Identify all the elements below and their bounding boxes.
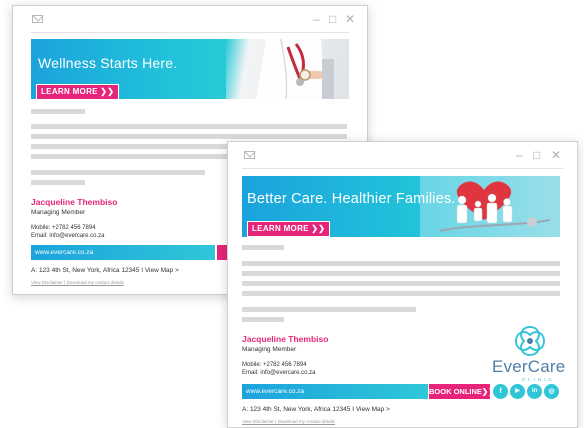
- signature-address[interactable]: A: 123 4th St, New York, Africa 12345 I …: [31, 267, 179, 274]
- book-online-button[interactable]: BOOK ONLINE❯❯: [429, 384, 495, 399]
- book-online-button-partial[interactable]: [217, 245, 227, 260]
- banner-title: Better Care. Healthier Families.: [247, 191, 456, 207]
- placeholder-line: [242, 317, 284, 322]
- signature-email: Email: info@evercare.co.za: [31, 233, 105, 239]
- signature-name: Jacqueline Thembiso: [242, 334, 329, 344]
- close-button[interactable]: ✕: [551, 148, 561, 162]
- placeholder-line: [242, 307, 416, 312]
- window-titlebar: – □ ✕: [13, 6, 367, 32]
- learn-more-button[interactable]: LEARN MORE ❯❯: [247, 221, 331, 237]
- website-link[interactable]: www.evercare.co.za: [242, 384, 428, 399]
- doctor-photo: [226, 39, 349, 99]
- evercare-logo-text: EverCare: [492, 357, 566, 376]
- titlebar-divider: [242, 168, 563, 169]
- signature-address[interactable]: A: 123 4th St, New York, Africa 12345 I …: [242, 406, 390, 413]
- placeholder-line: [31, 180, 85, 185]
- placeholder-line: [31, 124, 347, 129]
- hero-banner: Better Care. Healthier Families. LEARN M…: [242, 176, 560, 237]
- minimize-button[interactable]: –: [313, 12, 320, 26]
- placeholder-line: [242, 291, 560, 296]
- signature-email: Email: info@evercare.co.za: [242, 370, 316, 376]
- email-window-front: – □ ✕ Better Care. Healthier Families. L…: [227, 141, 578, 428]
- signature-role: Managing Member: [242, 346, 297, 353]
- evercare-logo-icon: [514, 325, 546, 357]
- envelope-icon: [244, 151, 255, 159]
- signature-name: Jacqueline Thembiso: [31, 197, 118, 207]
- maximize-button[interactable]: □: [533, 148, 540, 162]
- placeholder-line: [242, 281, 560, 286]
- linkedin-icon[interactable]: in: [527, 384, 542, 399]
- placeholder-line: [31, 134, 347, 139]
- close-button[interactable]: ✕: [345, 12, 355, 26]
- signature-mobile: Mobile: +2782 456 7894: [242, 362, 307, 368]
- instagram-icon[interactable]: ◎: [544, 384, 559, 399]
- learn-more-button[interactable]: LEARN MORE ❯❯: [36, 84, 120, 99]
- signature-mobile: Mobile: +2782 456 7894: [31, 225, 96, 231]
- evercare-logo-subtitle: CLINIC: [522, 377, 555, 382]
- titlebar-divider: [31, 32, 349, 33]
- doctor-stethoscope-illustration: [256, 39, 334, 99]
- signature-role: Managing Member: [31, 209, 86, 216]
- placeholder-line: [242, 261, 560, 266]
- placeholder-line: [31, 170, 205, 175]
- youtube-icon[interactable]: ▶: [510, 384, 525, 399]
- placeholder-line: [31, 109, 85, 114]
- window-titlebar: – □ ✕: [228, 142, 577, 168]
- banner-title: Wellness Starts Here.: [38, 55, 178, 71]
- maximize-button[interactable]: □: [329, 12, 336, 26]
- placeholder-line: [242, 245, 284, 250]
- minimize-button[interactable]: –: [516, 148, 523, 162]
- facebook-icon[interactable]: f: [493, 384, 508, 399]
- placeholder-line: [242, 271, 560, 276]
- website-link[interactable]: www.evercare.co.za: [31, 245, 215, 260]
- hero-banner: Wellness Starts Here. LEARN MORE ❯❯: [31, 39, 349, 99]
- envelope-icon: [32, 15, 43, 23]
- disclaimer-links[interactable]: View Disclaimer | Download my contact de…: [242, 419, 335, 424]
- disclaimer-links[interactable]: View Disclaimer | Download my contact de…: [31, 280, 124, 285]
